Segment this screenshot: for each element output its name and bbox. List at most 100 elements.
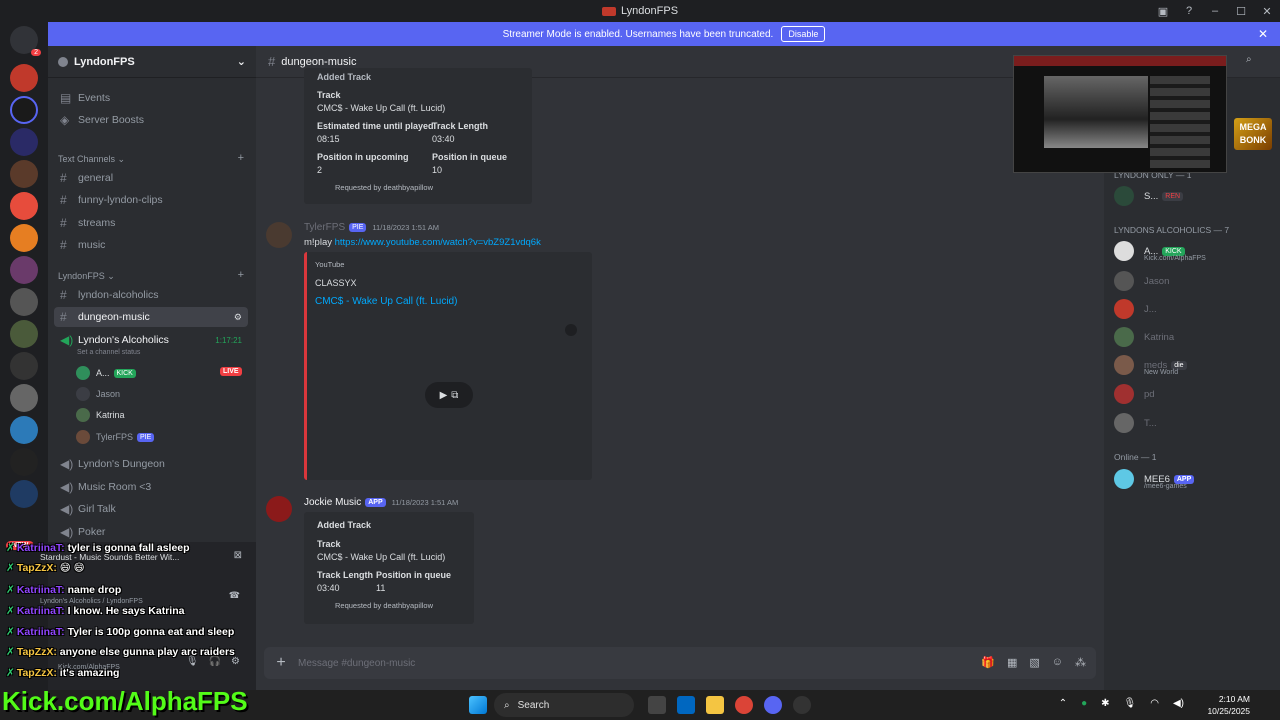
member-row[interactable]: Jason <box>1114 270 1169 292</box>
composer-icons: 🎁 ▦ ▧ ☺ ⁂ <box>981 656 1086 669</box>
chevron-up-icon[interactable]: ⌃ <box>1059 698 1067 709</box>
channel-status-hint[interactable]: Set a channel status <box>77 349 140 356</box>
store-icon[interactable] <box>677 696 695 714</box>
voice-channel[interactable]: ◀) Lyndon's Dungeon <box>54 454 248 474</box>
chat-line: ✗ KatriinaT: name drop <box>6 584 121 596</box>
channel-lyndon-alcoholics[interactable]: # lyndon-alcoholics <box>54 285 248 305</box>
channel-streams[interactable]: # streams <box>54 213 248 233</box>
voice-user[interactable]: Katrina <box>76 406 125 424</box>
add-channel-icon[interactable]: + <box>238 152 244 164</box>
server-header[interactable]: LyndonFPS ⌄ <box>48 46 256 78</box>
chevron-down-icon: ⌄ <box>236 56 246 68</box>
message-input[interactable]: Message #dungeon-music <box>298 658 415 669</box>
chat-user: TapZzX: <box>16 562 57 574</box>
voice-user[interactable]: TylerFPS PIE <box>76 428 155 446</box>
length-label: Track Length <box>432 121 489 131</box>
channel-music[interactable]: # music <box>54 235 248 255</box>
mic-icon[interactable]: 🎙 <box>1124 698 1137 709</box>
add-channel-icon[interactable]: + <box>238 269 244 281</box>
bluetooth-icon[interactable]: ✱ <box>1101 698 1109 709</box>
server-icon-active[interactable] <box>10 96 38 124</box>
disable-button[interactable]: Disable <box>781 26 826 42</box>
settings-gear-icon[interactable]: ⚙ <box>234 312 242 323</box>
voice-user[interactable]: A... KICK <box>76 364 136 382</box>
member-row[interactable]: S... REN <box>1114 185 1184 207</box>
server-icon[interactable] <box>10 192 38 220</box>
member-name: J... <box>1144 303 1157 315</box>
server-icon[interactable] <box>10 448 38 476</box>
events-item[interactable]: ▤ Events <box>54 88 248 108</box>
wifi-icon[interactable]: ◠ <box>1150 698 1159 709</box>
voice-channel[interactable]: ◀) Music Room <3 <box>54 477 248 497</box>
server-icon[interactable] <box>10 128 38 156</box>
chrome-icon[interactable] <box>735 696 753 714</box>
voice-channel-label: Lyndon's Alcoholics <box>78 334 169 346</box>
task-view-icon[interactable] <box>648 696 666 714</box>
server-boosts-label: Server Boosts <box>78 114 144 126</box>
voice-user[interactable]: Jason <box>76 385 120 403</box>
discord-icon[interactable] <box>764 696 782 714</box>
sword-icon: ✗ <box>6 562 15 574</box>
speaker-icon: ◀) <box>60 333 74 347</box>
server-icon[interactable] <box>10 256 38 284</box>
avatar <box>76 366 90 380</box>
server-icon[interactable] <box>10 480 38 508</box>
apps-icon[interactable]: ⁂ <box>1075 656 1086 669</box>
author-name[interactable]: TylerFPS <box>304 222 345 233</box>
server-icon[interactable] <box>10 320 38 348</box>
status-dot-icon[interactable]: ● <box>1081 698 1087 709</box>
avatar[interactable] <box>266 496 292 522</box>
close-icon[interactable]: ✕ <box>1258 27 1268 41</box>
avatar[interactable] <box>266 222 292 248</box>
channel-dungeon-music[interactable]: # dungeon-music ⚙ <box>54 307 248 327</box>
minimize-button[interactable]: – <box>1202 5 1228 17</box>
track-label: Track <box>317 90 341 100</box>
gif-icon[interactable]: ▦ <box>1007 656 1017 669</box>
member-row[interactable]: Katrina <box>1114 326 1174 348</box>
sticker-icon[interactable]: ▧ <box>1029 656 1039 669</box>
steam-icon[interactable] <box>793 696 811 714</box>
close-button[interactable]: ✕ <box>1254 5 1280 18</box>
author-name[interactable]: Jockie Music <box>304 497 361 508</box>
voice-channel-active[interactable]: ◀) Lyndon's Alcoholics 1:17:21 <box>54 330 248 350</box>
home-discord-icon[interactable]: 2 <box>10 26 41 56</box>
channel-general[interactable]: # general <box>54 168 248 188</box>
search-icon[interactable]: ⌕ <box>1246 54 1272 70</box>
youtube-link[interactable]: https://www.youtube.com/watch?v=vbZ9Z1vd… <box>335 237 541 248</box>
emoji-icon[interactable]: ☺ <box>1052 656 1063 669</box>
member-row[interactable]: pd <box>1114 383 1155 405</box>
file-explorer-icon[interactable] <box>706 696 724 714</box>
taskbar-search[interactable]: ⌕ Search <box>494 693 634 717</box>
category-text-channels[interactable]: Text Channels ⌄ <box>58 154 125 165</box>
voice-channel[interactable]: ◀) Girl Talk <box>54 499 248 519</box>
inbox-icon[interactable]: ▣ <box>1150 5 1176 18</box>
volume-icon[interactable]: ◀) <box>1173 698 1184 709</box>
server-icon[interactable] <box>10 416 38 444</box>
stream-preview[interactable] <box>1013 55 1227 173</box>
embed-provider: YouTube <box>315 260 345 269</box>
clock[interactable]: 2:10 AM 10/25/2025 <box>1207 693 1250 717</box>
server-icon[interactable] <box>10 224 38 252</box>
server-icon[interactable] <box>10 384 38 412</box>
server-icon[interactable] <box>10 352 38 380</box>
member-row[interactable]: T... <box>1114 412 1157 434</box>
voice-channel[interactable]: ◀) Poker <box>54 522 248 542</box>
embed-title[interactable]: CMC$ - Wake Up Call (ft. Lucid) <box>315 296 457 307</box>
server-icon[interactable] <box>10 160 38 188</box>
member-category: Online — 1 <box>1114 452 1157 462</box>
server-icon[interactable] <box>10 64 38 92</box>
windows-start-icon[interactable] <box>469 696 487 714</box>
help-icon[interactable]: ? <box>1176 5 1202 17</box>
server-boosts-item[interactable]: ◈ Server Boosts <box>54 110 248 130</box>
maximize-button[interactable]: ☐ <box>1228 5 1254 18</box>
play-embed-button[interactable]: ▶ ⧉ <box>425 382 473 408</box>
channel-funny-lyndon-clips[interactable]: # funny-lyndon-clips <box>54 190 248 210</box>
server-icon[interactable] <box>10 288 38 316</box>
member-row[interactable]: J... <box>1114 298 1157 320</box>
sword-icon: ✗ <box>6 605 15 617</box>
member-activity: Kick.com/AlphaFPS <box>1144 255 1206 262</box>
embed-author[interactable]: CLASSYX <box>315 278 357 288</box>
category-lyndonfps[interactable]: LyndonFPS ⌄ <box>58 271 115 282</box>
gift-icon[interactable]: 🎁 <box>981 656 995 669</box>
chat-message: name drop <box>67 584 122 596</box>
